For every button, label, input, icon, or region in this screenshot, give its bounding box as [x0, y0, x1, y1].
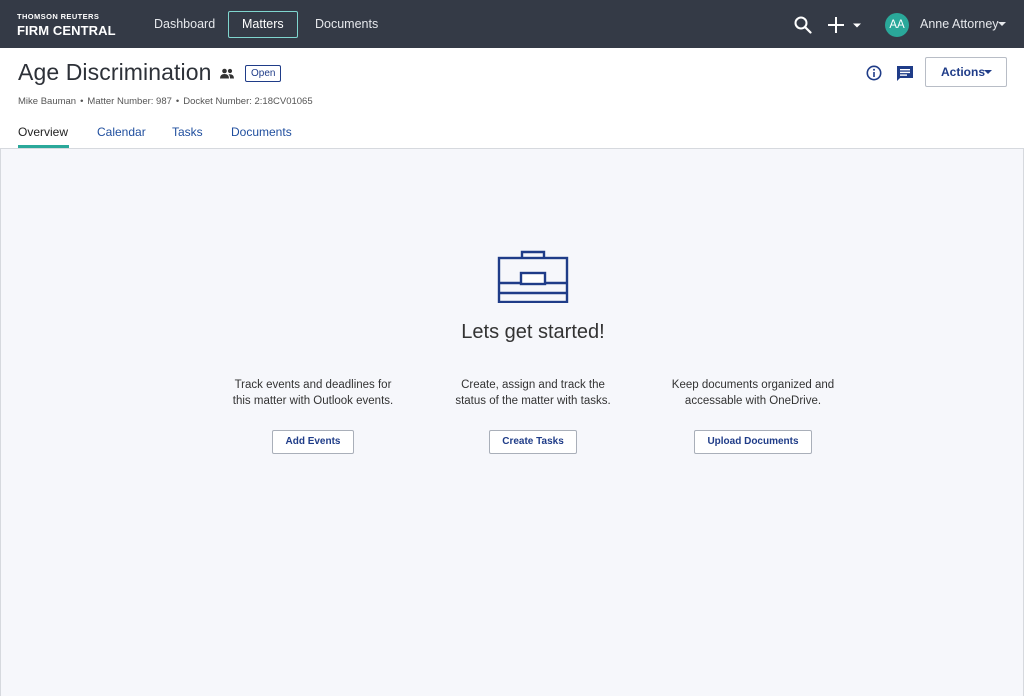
- documents-column: Keep documents organized and accessable …: [653, 378, 853, 454]
- actions-button[interactable]: Actions: [925, 57, 1007, 87]
- top-navigation-bar: THOMSON REUTERS FIRM CENTRAL Dashboard M…: [0, 0, 1024, 48]
- brand-company: THOMSON REUTERS: [17, 12, 100, 21]
- matter-header: Age Discrimination Open Mike Bauman • Matt…: [0, 48, 1024, 149]
- nav-tab-dashboard[interactable]: Dashboard: [140, 11, 229, 38]
- plus-icon[interactable]: [827, 15, 863, 35]
- people-icon: [220, 68, 234, 79]
- tasks-column: Create, assign and track the status of t…: [433, 378, 633, 454]
- briefcase-icon: [497, 250, 569, 303]
- events-description-line1: Track events and deadlines for: [234, 379, 392, 391]
- events-column: Track events and deadlines for this matt…: [213, 378, 413, 454]
- tasks-description-line2: status of the matter with tasks.: [455, 394, 611, 407]
- events-description-line2: this matter with Outlook events.: [232, 394, 394, 407]
- upload-documents-button[interactable]: Upload Documents: [694, 430, 812, 454]
- tab-calendar[interactable]: Calendar: [97, 125, 146, 139]
- add-events-button[interactable]: Add Events: [272, 430, 354, 454]
- tasks-description-line1: Create, assign and track the: [461, 379, 605, 391]
- empty-state-title: Lets get started!: [461, 321, 605, 343]
- tab-tasks[interactable]: Tasks: [172, 125, 203, 139]
- active-tab-indicator: [18, 145, 69, 148]
- documents-description-line1: Keep documents organized and: [671, 379, 835, 391]
- brand-product: FIRM CENTRAL: [17, 22, 116, 38]
- user-name[interactable]: Anne Attorney: [920, 17, 999, 31]
- documents-description-line2: accessable with OneDrive.: [684, 394, 822, 407]
- search-icon[interactable]: [794, 16, 812, 34]
- comment-icon[interactable]: [896, 65, 914, 82]
- info-icon[interactable]: [866, 65, 882, 81]
- avatar[interactable]: AA: [885, 13, 909, 37]
- nav-tab-matters[interactable]: Matters: [228, 11, 298, 38]
- tab-overview[interactable]: Overview: [18, 125, 68, 139]
- status-badge: Open: [245, 65, 282, 82]
- nav-tab-documents[interactable]: Documents: [301, 11, 392, 38]
- page-title: Age Discrimination: [18, 59, 212, 85]
- tab-documents[interactable]: Documents: [231, 125, 292, 139]
- client-name: Mike Bauman: [18, 96, 77, 107]
- chevron-down-icon[interactable]: [998, 22, 1006, 26]
- docket-number: Docket Number: 2:18CV01065: [183, 96, 313, 107]
- matter-meta: Mike Bauman • Matter Number: 987 • Docket Nu…: [18, 96, 313, 107]
- matter-number: Matter Number: 987: [87, 96, 172, 107]
- brand-logo[interactable]: THOMSON REUTERS FIRM CENTRAL: [17, 13, 116, 37]
- overview-panel: Lets get started! Track events and deadl…: [0, 149, 1024, 696]
- create-tasks-button[interactable]: Create Tasks: [489, 430, 577, 454]
- chevron-down-icon[interactable]: [984, 70, 992, 74]
